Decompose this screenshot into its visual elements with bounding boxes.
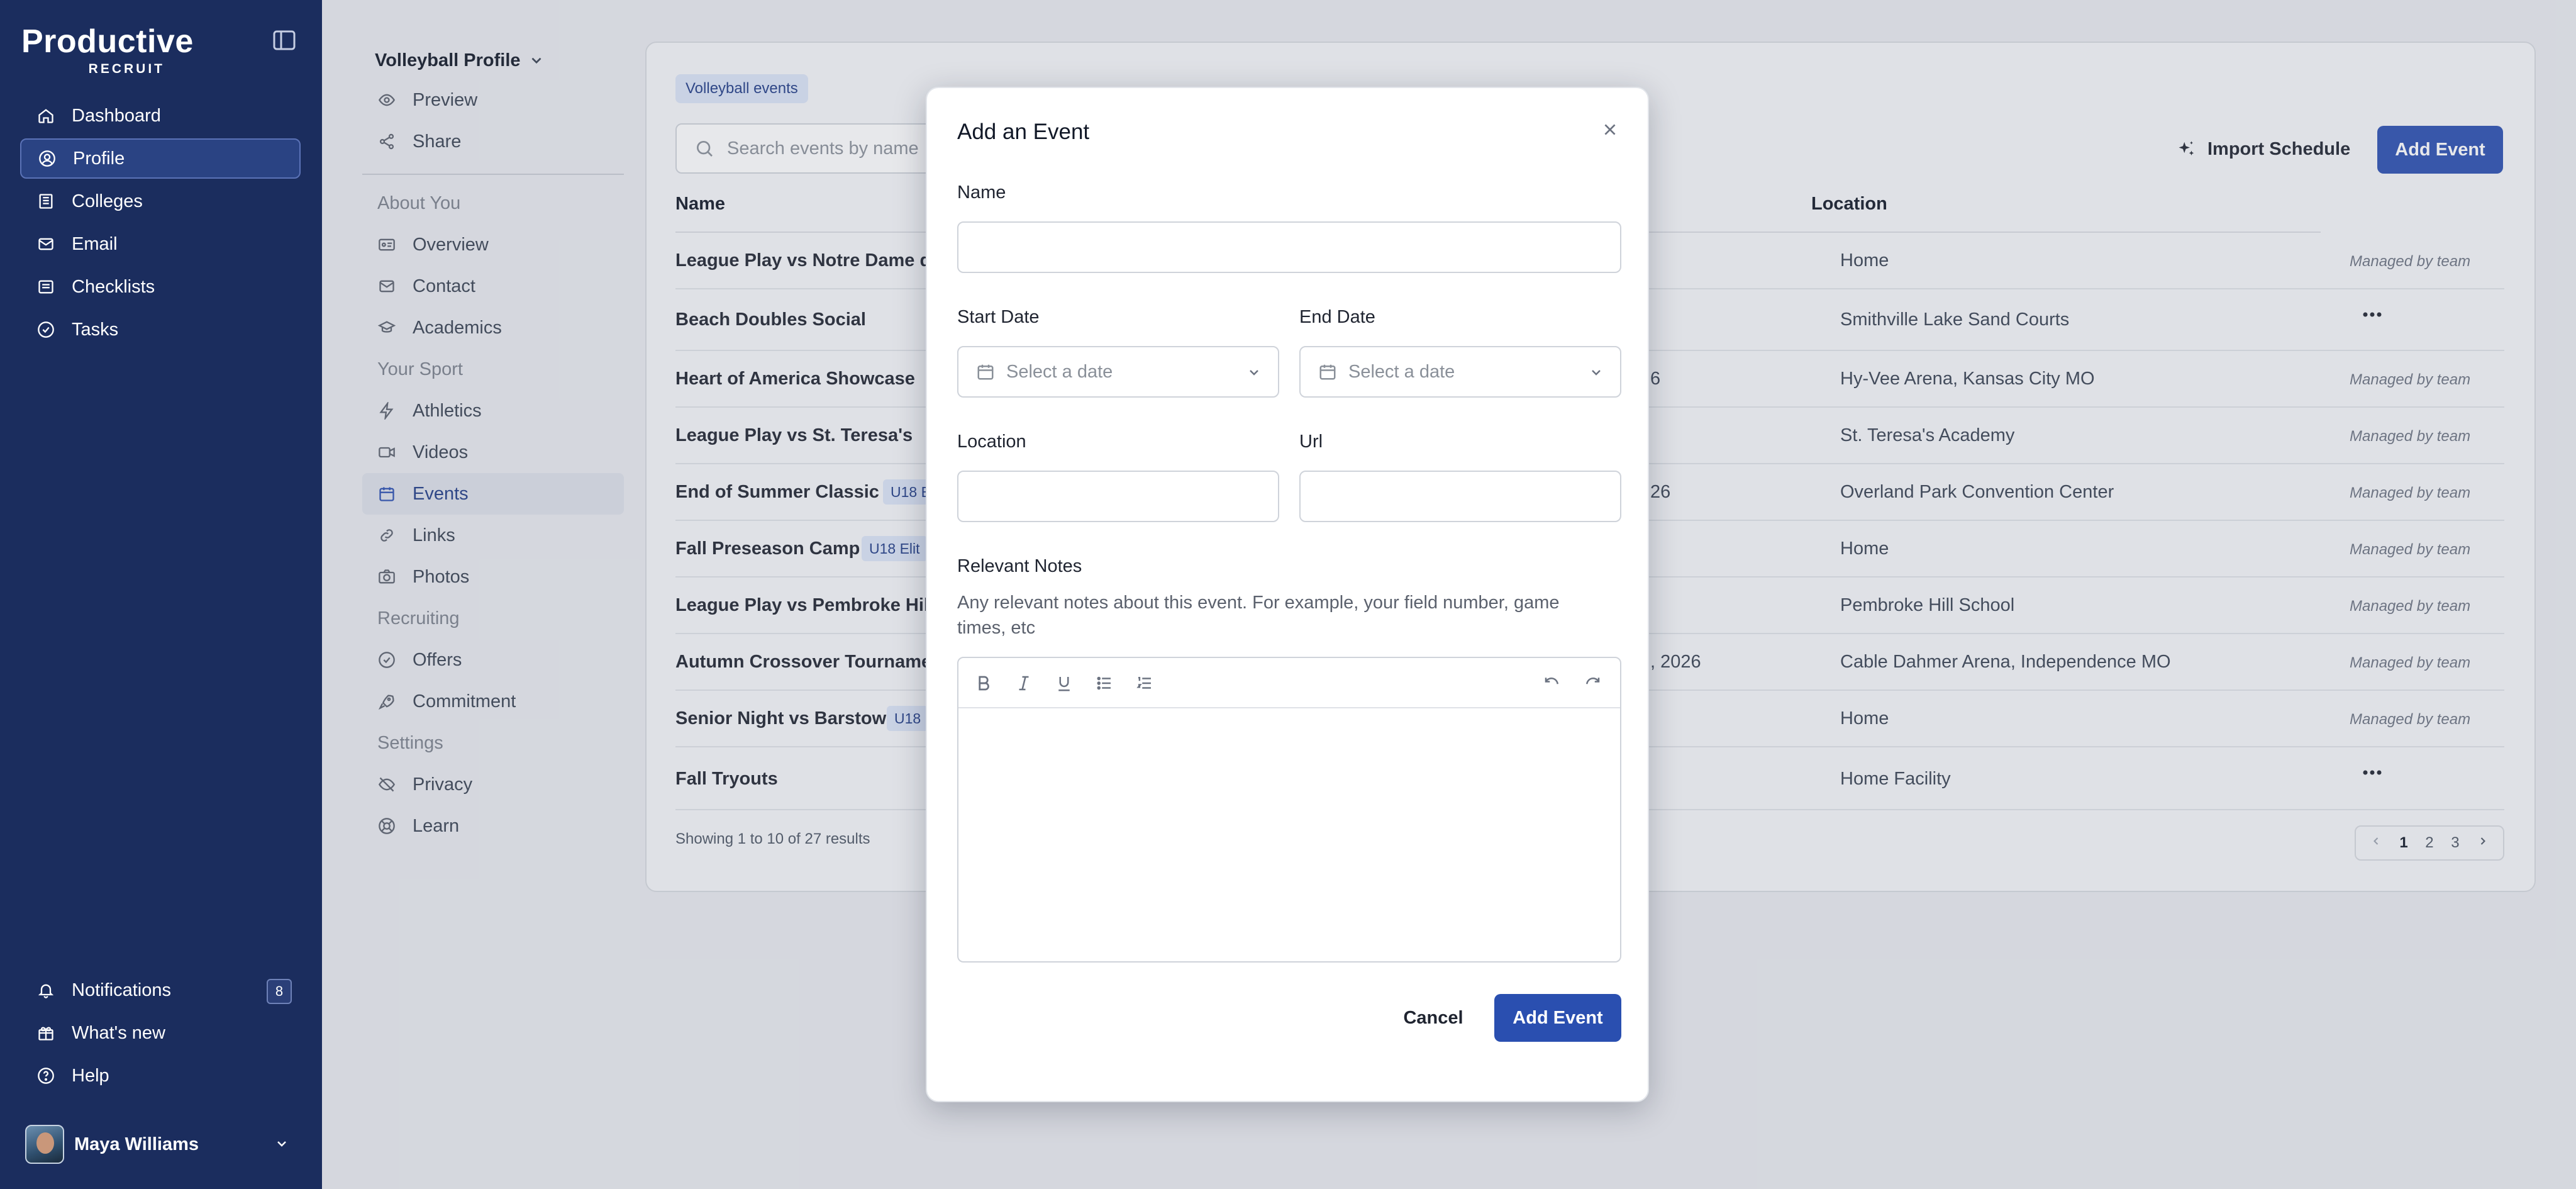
logo-wordmark: Productive <box>21 23 194 60</box>
nav-item-tasks[interactable]: Tasks <box>20 310 301 350</box>
close-icon[interactable] <box>1599 118 1621 141</box>
italic-icon[interactable] <box>1011 671 1036 696</box>
nav-label: Dashboard <box>72 105 161 126</box>
nav-label: Tasks <box>72 319 119 340</box>
end-date-placeholder: Select a date <box>1348 361 1455 382</box>
undo-icon[interactable] <box>1540 671 1565 696</box>
check-circle-icon <box>36 320 55 339</box>
location-input[interactable] <box>957 471 1279 522</box>
avatar <box>25 1125 64 1164</box>
chevron-down-icon <box>1592 370 1601 376</box>
list-icon <box>36 277 55 296</box>
logo[interactable]: Productive RECRUIT <box>21 23 193 76</box>
nav-label: Colleges <box>72 191 143 211</box>
nav-label: Email <box>72 233 118 254</box>
editor-toolbar <box>958 658 1620 708</box>
start-date-picker[interactable]: Select a date <box>957 346 1279 398</box>
name-label: Name <box>957 182 1006 203</box>
user-name: Maya Williams <box>74 1134 199 1154</box>
nav-label: What's new <box>72 1022 165 1043</box>
mail-icon <box>36 235 55 254</box>
logo-subtitle: RECRUIT <box>88 62 165 76</box>
bullet-list-icon[interactable] <box>1092 671 1117 696</box>
location-label: Location <box>957 432 1026 452</box>
nav-label: Help <box>72 1065 109 1086</box>
sidebar-bottom: Notifications 8 What's new Help <box>20 970 301 1098</box>
nav-label: Checklists <box>72 276 155 297</box>
gift-icon <box>36 1024 55 1042</box>
help-icon <box>36 1066 55 1085</box>
nav-label: Profile <box>73 148 125 169</box>
user-menu[interactable]: Maya Williams <box>25 1124 289 1165</box>
user-icon <box>38 149 57 168</box>
primary-nav: Dashboard Profile Colleges Email Checkli… <box>20 96 301 352</box>
main-sidebar: Productive RECRUIT Dashboard Profile Col… <box>0 0 322 1189</box>
url-label: Url <box>1299 432 1323 452</box>
college-icon <box>36 192 55 211</box>
cancel-button[interactable]: Cancel <box>1392 994 1474 1042</box>
url-input[interactable] <box>1299 471 1621 522</box>
underline-icon[interactable] <box>1052 671 1077 696</box>
notes-textarea[interactable] <box>958 710 1620 961</box>
nav-label: Notifications <box>72 980 171 1000</box>
add-event-dialog: Add an Event Name Start Date Select a da… <box>926 87 1649 1102</box>
end-date-picker[interactable]: Select a date <box>1299 346 1621 398</box>
notification-count-badge: 8 <box>267 979 292 1004</box>
notes-editor <box>957 657 1621 963</box>
start-date-placeholder: Select a date <box>1006 361 1113 382</box>
calendar-icon <box>1319 364 1336 380</box>
chevron-down-icon <box>1250 370 1258 376</box>
nav-item-notifications[interactable]: Notifications 8 <box>20 970 301 1010</box>
redo-icon[interactable] <box>1580 671 1605 696</box>
submit-add-event-button[interactable]: Add Event <box>1494 994 1621 1042</box>
notes-label: Relevant Notes <box>957 556 1082 576</box>
end-date-label: End Date <box>1299 307 1375 327</box>
nav-item-whats-new[interactable]: What's new <box>20 1013 301 1053</box>
nav-item-checklists[interactable]: Checklists <box>20 267 301 307</box>
nav-item-email[interactable]: Email <box>20 224 301 264</box>
chevron-down-icon <box>274 1136 289 1154</box>
nav-item-dashboard[interactable]: Dashboard <box>20 96 301 136</box>
bell-icon <box>36 981 55 1000</box>
numbered-list-icon[interactable] <box>1132 671 1157 696</box>
nav-item-profile[interactable]: Profile <box>20 138 301 179</box>
bold-icon[interactable] <box>971 671 996 696</box>
home-icon <box>36 106 55 125</box>
sidebar-collapse-icon[interactable] <box>273 30 298 53</box>
start-date-label: Start Date <box>957 307 1040 327</box>
nav-item-colleges[interactable]: Colleges <box>20 181 301 221</box>
name-input[interactable] <box>957 221 1621 273</box>
dialog-title: Add an Event <box>957 120 1090 144</box>
notes-help-text: Any relevant notes about this event. For… <box>957 593 1560 638</box>
calendar-icon <box>977 364 994 380</box>
nav-item-help[interactable]: Help <box>20 1056 301 1096</box>
